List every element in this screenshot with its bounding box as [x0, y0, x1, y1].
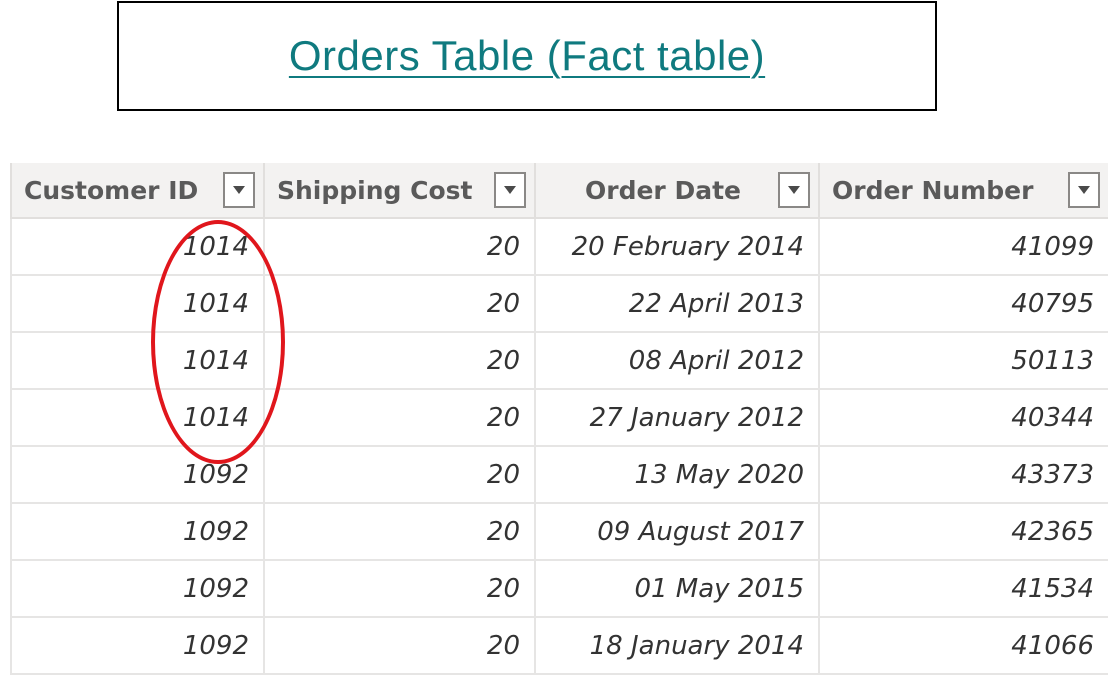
column-header-order-date: Order Date — [535, 163, 820, 219]
cell-order-number[interactable]: 50113 — [819, 332, 1108, 390]
cell-order-date[interactable]: 22 April 2013 — [535, 275, 820, 333]
cell-order-date[interactable]: 18 January 2014 — [535, 617, 820, 675]
cell-customer-id[interactable]: 1014 — [10, 275, 265, 333]
column-header-label: Order Number — [832, 175, 1034, 205]
page: Orders Table (Fact table) Customer ID Sh… — [0, 0, 1108, 686]
chevron-down-icon — [233, 186, 245, 194]
column-header-customer-id: Customer ID — [10, 163, 265, 219]
table-row: 1014 20 22 April 2013 40795 — [10, 275, 1108, 333]
table-row: 1014 20 08 April 2012 50113 — [10, 332, 1108, 390]
cell-customer-id[interactable]: 1092 — [10, 560, 265, 618]
page-title-link[interactable]: Orders Table (Fact table) — [289, 32, 765, 80]
cell-order-date[interactable]: 27 January 2012 — [535, 389, 820, 447]
column-header-shipping-cost: Shipping Cost — [264, 163, 536, 219]
cell-customer-id[interactable]: 1092 — [10, 503, 265, 561]
cell-shipping-cost[interactable]: 20 — [264, 218, 536, 276]
column-header-label: Customer ID — [24, 175, 199, 205]
cell-order-number[interactable]: 41534 — [819, 560, 1108, 618]
cell-customer-id[interactable]: 1014 — [10, 389, 265, 447]
table-row: 1014 20 27 January 2012 40344 — [10, 389, 1108, 447]
column-filter-button[interactable] — [1068, 172, 1100, 208]
cell-shipping-cost[interactable]: 20 — [264, 332, 536, 390]
cell-shipping-cost[interactable]: 20 — [264, 389, 536, 447]
title-box: Orders Table (Fact table) — [117, 1, 937, 111]
cell-order-number[interactable]: 40795 — [819, 275, 1108, 333]
orders-table: Customer ID Shipping Cost Order Date Ord… — [10, 163, 1108, 675]
column-header-label: Order Date — [585, 175, 741, 205]
table-header-row: Customer ID Shipping Cost Order Date Ord… — [10, 163, 1108, 219]
table-row: 1092 20 01 May 2015 41534 — [10, 560, 1108, 618]
cell-order-number[interactable]: 40344 — [819, 389, 1108, 447]
cell-shipping-cost[interactable]: 20 — [264, 446, 536, 504]
table-row: 1092 20 13 May 2020 43373 — [10, 446, 1108, 504]
table-row: 1092 20 09 August 2017 42365 — [10, 503, 1108, 561]
column-filter-button[interactable] — [223, 172, 255, 208]
table-row: 1014 20 20 February 2014 41099 — [10, 218, 1108, 276]
cell-order-date[interactable]: 13 May 2020 — [535, 446, 820, 504]
cell-shipping-cost[interactable]: 20 — [264, 560, 536, 618]
cell-customer-id[interactable]: 1014 — [10, 218, 265, 276]
cell-shipping-cost[interactable]: 20 — [264, 275, 536, 333]
cell-shipping-cost[interactable]: 20 — [264, 503, 536, 561]
table-row: 1092 20 18 January 2014 41066 — [10, 617, 1108, 675]
column-filter-button[interactable] — [778, 172, 810, 208]
chevron-down-icon — [1078, 186, 1090, 194]
column-header-label: Shipping Cost — [277, 175, 473, 205]
column-header-order-number: Order Number — [819, 163, 1108, 219]
cell-order-number[interactable]: 41066 — [819, 617, 1108, 675]
cell-customer-id[interactable]: 1014 — [10, 332, 265, 390]
cell-order-date[interactable]: 09 August 2017 — [535, 503, 820, 561]
chevron-down-icon — [788, 186, 800, 194]
cell-order-date[interactable]: 20 February 2014 — [535, 218, 820, 276]
cell-order-date[interactable]: 08 April 2012 — [535, 332, 820, 390]
cell-shipping-cost[interactable]: 20 — [264, 617, 536, 675]
cell-order-number[interactable]: 42365 — [819, 503, 1108, 561]
cell-order-number[interactable]: 43373 — [819, 446, 1108, 504]
cell-order-number[interactable]: 41099 — [819, 218, 1108, 276]
chevron-down-icon — [504, 186, 516, 194]
cell-order-date[interactable]: 01 May 2015 — [535, 560, 820, 618]
cell-customer-id[interactable]: 1092 — [10, 617, 265, 675]
column-filter-button[interactable] — [494, 172, 526, 208]
orders-table-container: Customer ID Shipping Cost Order Date Ord… — [10, 163, 1108, 686]
cell-customer-id[interactable]: 1092 — [10, 446, 265, 504]
